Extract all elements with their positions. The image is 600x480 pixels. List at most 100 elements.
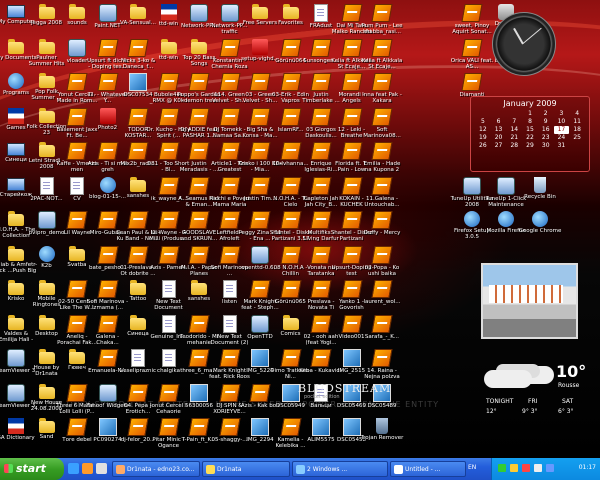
folder-icon — [130, 176, 146, 192]
calendar-day[interactable]: 15 — [522, 126, 538, 134]
tray-volume-icon[interactable] — [534, 464, 542, 472]
calendar-day[interactable]: 16 — [538, 126, 554, 134]
language-indicator[interactable]: EN — [468, 464, 476, 471]
vlc-icon — [249, 211, 271, 229]
tray-antivirus-icon[interactable] — [522, 464, 530, 472]
calendar-day[interactable]: 7 — [506, 118, 522, 126]
vlc-icon — [310, 349, 332, 367]
desktop-icon[interactable]: Google Chrome — [518, 209, 562, 255]
calendar-day[interactable]: 5 — [475, 118, 491, 126]
taskbar-task-1[interactable]: Dr1nata — [202, 461, 290, 477]
taskbar-task-0[interactable]: Dr1nata - edno23.co... — [112, 461, 200, 477]
calendar-day[interactable]: 23 — [538, 134, 554, 142]
desktop-icon[interactable]: Trojan Remover — [360, 416, 404, 458]
weather-temp-0: 12° — [486, 408, 497, 415]
calendar-day[interactable]: 19 — [475, 134, 491, 142]
calendar-gadget[interactable]: January 2009 1 2 3 4 5 6 7 8 9 10 11 12 13 14 15 16 17 18… — [470, 96, 590, 172]
wallpaper-brand-subtitle: pocket edition — [304, 394, 340, 400]
calendar-day[interactable]: 22 — [522, 134, 538, 142]
weather-day-0: TONIGHT — [486, 398, 514, 405]
calendar-day[interactable]: 14 — [506, 126, 522, 134]
vlc-icon — [310, 38, 332, 57]
calendar-day[interactable] — [491, 110, 507, 118]
desktop-icon-label: DSC05489 — [367, 402, 397, 409]
calendar-day[interactable] — [506, 110, 522, 118]
folder-icon — [191, 280, 207, 295]
doc-icon — [161, 280, 176, 298]
taskbar-task-2[interactable]: 2 Windows ... — [292, 461, 388, 477]
img-icon — [342, 418, 361, 436]
calendar-day[interactable]: 26 — [475, 142, 491, 150]
tray-messenger-icon[interactable] — [546, 464, 554, 472]
vlc-icon — [340, 176, 363, 195]
quick-launch-desktop-icon[interactable] — [96, 463, 107, 474]
vlc-icon — [218, 383, 241, 402]
calendar-day[interactable]: 8 — [522, 118, 538, 126]
calendar-day[interactable]: 2 — [538, 110, 554, 118]
vlc-icon — [310, 280, 332, 298]
calendar-day[interactable]: 1 — [522, 110, 538, 118]
calendar-day[interactable]: 6 — [491, 118, 507, 126]
calendar-day[interactable]: 18 — [569, 126, 585, 134]
calendar-day[interactable]: 20 — [491, 134, 507, 142]
tray-network-icon[interactable] — [498, 464, 506, 472]
calendar-day[interactable]: 17 — [553, 126, 570, 134]
clock-gadget[interactable] — [492, 12, 556, 76]
taskbar-task-3[interactable]: Untitled - ... — [390, 461, 466, 477]
img-icon — [281, 383, 300, 402]
app-icon — [7, 349, 25, 367]
vlc-icon — [218, 418, 241, 436]
weather-gadget[interactable]: 10° Rousse TONIGHT FRI SAT 12° 9° 3° 6° … — [478, 358, 596, 418]
calendar-day[interactable]: 31 — [554, 142, 570, 150]
folder-icon — [8, 314, 24, 330]
calendar-day[interactable] — [569, 142, 585, 150]
calendar-day[interactable]: 21 — [506, 134, 522, 142]
desktop[interactable]: THE ONLY SPEED THAT MATTERS... IS THE SP… — [0, 0, 600, 458]
calendar-day[interactable]: 12 — [475, 126, 491, 134]
calendar-day[interactable]: 3 — [554, 110, 570, 118]
vlc-icon — [371, 314, 393, 333]
vlc-icon — [310, 176, 332, 195]
app-icon — [37, 211, 56, 229]
tray-security-icon[interactable] — [510, 464, 518, 472]
calendar-day[interactable]: 9 — [538, 118, 554, 126]
calendar-day[interactable]: 30 — [538, 142, 554, 150]
vlc-icon — [188, 349, 210, 367]
taskbar-clock[interactable]: 01:17 — [579, 464, 596, 471]
vlc-icon — [66, 211, 88, 229]
calendar-day[interactable]: 28 — [506, 142, 522, 150]
window-icon — [296, 465, 305, 474]
calendar-day[interactable]: 4 — [569, 110, 585, 118]
vlc-icon — [461, 38, 483, 57]
cloud-icon — [484, 370, 532, 388]
calendar-day[interactable]: 29 — [522, 142, 538, 150]
folder-icon — [38, 314, 55, 330]
vlc-icon — [127, 245, 149, 264]
vlc-icon — [279, 349, 302, 367]
calendar-day[interactable]: 11 — [569, 118, 585, 126]
calendar-day[interactable]: 10 — [554, 118, 570, 126]
app-icon — [68, 38, 86, 57]
vlc-icon — [340, 107, 363, 126]
desktop-icon-label: 02-Popa - Ko ushi baika — [364, 264, 400, 277]
quick-launch-media-icon[interactable] — [82, 463, 93, 474]
quick-launch-ie-icon[interactable] — [68, 463, 79, 474]
vlc-icon — [340, 142, 363, 160]
vlc-icon — [340, 314, 363, 333]
calendar-day[interactable]: 13 — [491, 126, 507, 134]
vlc-icon — [371, 142, 393, 160]
vlc-icon — [127, 107, 149, 126]
vlc-icon — [96, 142, 119, 160]
calendar-day[interactable] — [475, 110, 491, 118]
vlc-icon — [188, 211, 210, 229]
vlc-icon — [66, 280, 88, 298]
calendar-day[interactable]: 27 — [491, 142, 507, 150]
desktop-icon-label: laurent_wol... — [363, 299, 401, 305]
calendar-day[interactable]: 25 — [569, 134, 585, 142]
vlc-icon — [157, 418, 180, 436]
vlc-icon — [371, 4, 393, 22]
calendar-day[interactable]: 24 — [554, 134, 570, 142]
start-button[interactable]: start — [0, 458, 64, 480]
doc-icon — [222, 314, 237, 333]
slideshow-gadget[interactable] — [481, 263, 578, 339]
